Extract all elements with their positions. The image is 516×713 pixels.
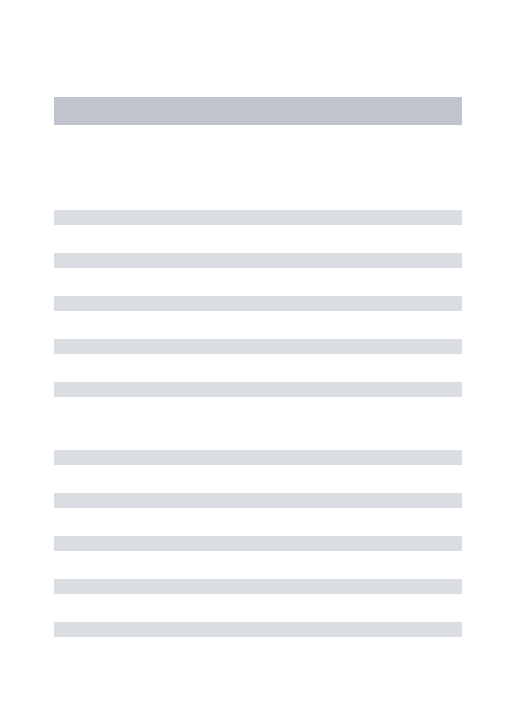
text-line-placeholder [54, 536, 462, 551]
text-line-placeholder [54, 622, 462, 637]
text-line-placeholder [54, 296, 462, 311]
text-line-placeholder [54, 339, 462, 354]
text-line-placeholder [54, 579, 462, 594]
text-line-placeholder [54, 210, 462, 225]
text-line-placeholder [54, 253, 462, 268]
title-placeholder [54, 97, 462, 125]
text-line-placeholder [54, 493, 462, 508]
text-line-placeholder [54, 450, 462, 465]
text-line-placeholder [54, 382, 462, 397]
